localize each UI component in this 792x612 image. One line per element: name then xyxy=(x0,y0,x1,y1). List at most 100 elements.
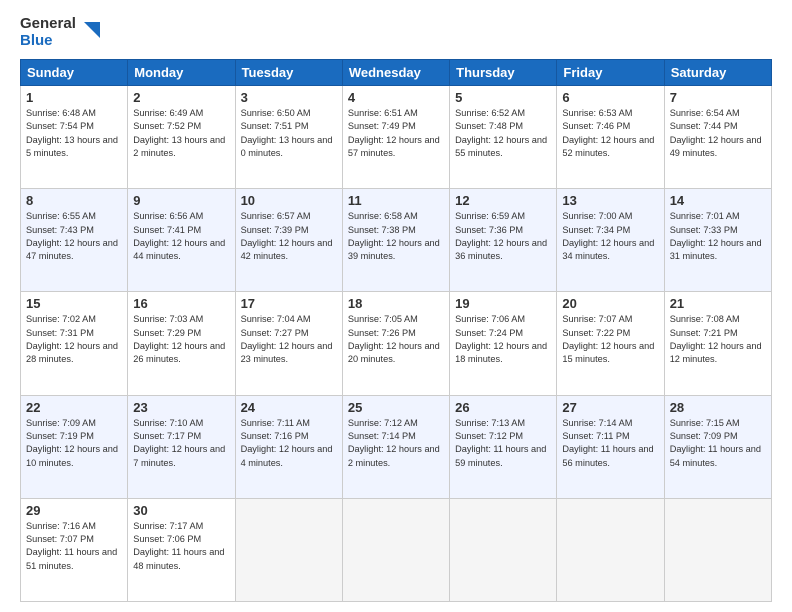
daylight-text: Daylight: 12 hours and 55 minutes. xyxy=(455,135,547,158)
sunrise-text: Sunrise: 6:54 AM xyxy=(670,108,740,118)
day-number: 25 xyxy=(348,400,444,415)
daylight-text: Daylight: 12 hours and 57 minutes. xyxy=(348,135,440,158)
sunrise-text: Sunrise: 7:01 AM xyxy=(670,211,740,221)
sunset-text: Sunset: 7:39 PM xyxy=(241,225,309,235)
sunrise-text: Sunrise: 6:58 AM xyxy=(348,211,418,221)
table-cell: 9 Sunrise: 6:56 AM Sunset: 7:41 PM Dayli… xyxy=(128,189,235,292)
daylight-text: Daylight: 12 hours and 28 minutes. xyxy=(26,341,118,364)
day-info: Sunrise: 6:49 AM Sunset: 7:52 PM Dayligh… xyxy=(133,107,229,160)
daylight-text: Daylight: 12 hours and 49 minutes. xyxy=(670,135,762,158)
sunset-text: Sunset: 7:09 PM xyxy=(670,431,738,441)
header-sunday: Sunday xyxy=(21,60,128,86)
sunrise-text: Sunrise: 6:52 AM xyxy=(455,108,525,118)
day-info: Sunrise: 6:50 AM Sunset: 7:51 PM Dayligh… xyxy=(241,107,337,160)
week-row-1: 1 Sunrise: 6:48 AM Sunset: 7:54 PM Dayli… xyxy=(21,86,772,189)
sunrise-text: Sunrise: 7:10 AM xyxy=(133,418,203,428)
day-info: Sunrise: 7:09 AM Sunset: 7:19 PM Dayligh… xyxy=(26,417,122,470)
page: General Blue Sunday Monday Tuesday Wedne… xyxy=(0,0,792,612)
table-cell: 21 Sunrise: 7:08 AM Sunset: 7:21 PM Dayl… xyxy=(664,292,771,395)
sunrise-text: Sunrise: 6:50 AM xyxy=(241,108,311,118)
daylight-text: Daylight: 12 hours and 12 minutes. xyxy=(670,341,762,364)
table-cell: 11 Sunrise: 6:58 AM Sunset: 7:38 PM Dayl… xyxy=(342,189,449,292)
header-saturday: Saturday xyxy=(664,60,771,86)
day-number: 8 xyxy=(26,193,122,208)
table-cell: 6 Sunrise: 6:53 AM Sunset: 7:46 PM Dayli… xyxy=(557,86,664,189)
calendar-table: Sunday Monday Tuesday Wednesday Thursday… xyxy=(20,59,772,602)
day-number: 4 xyxy=(348,90,444,105)
day-info: Sunrise: 7:14 AM Sunset: 7:11 PM Dayligh… xyxy=(562,417,658,470)
day-info: Sunrise: 6:51 AM Sunset: 7:49 PM Dayligh… xyxy=(348,107,444,160)
daylight-text: Daylight: 12 hours and 26 minutes. xyxy=(133,341,225,364)
day-number: 27 xyxy=(562,400,658,415)
sunrise-text: Sunrise: 6:59 AM xyxy=(455,211,525,221)
sunrise-text: Sunrise: 6:48 AM xyxy=(26,108,96,118)
day-info: Sunrise: 6:58 AM Sunset: 7:38 PM Dayligh… xyxy=(348,210,444,263)
day-number: 6 xyxy=(562,90,658,105)
table-cell: 20 Sunrise: 7:07 AM Sunset: 7:22 PM Dayl… xyxy=(557,292,664,395)
sunset-text: Sunset: 7:46 PM xyxy=(562,121,630,131)
table-cell: 19 Sunrise: 7:06 AM Sunset: 7:24 PM Dayl… xyxy=(450,292,557,395)
daylight-text: Daylight: 13 hours and 2 minutes. xyxy=(133,135,225,158)
sunset-text: Sunset: 7:07 PM xyxy=(26,534,94,544)
table-cell: 10 Sunrise: 6:57 AM Sunset: 7:39 PM Dayl… xyxy=(235,189,342,292)
table-cell: 23 Sunrise: 7:10 AM Sunset: 7:17 PM Dayl… xyxy=(128,395,235,498)
sunset-text: Sunset: 7:41 PM xyxy=(133,225,201,235)
daylight-text: Daylight: 11 hours and 51 minutes. xyxy=(26,547,117,570)
day-info: Sunrise: 6:54 AM Sunset: 7:44 PM Dayligh… xyxy=(670,107,766,160)
daylight-text: Daylight: 12 hours and 20 minutes. xyxy=(348,341,440,364)
header-friday: Friday xyxy=(557,60,664,86)
sunset-text: Sunset: 7:12 PM xyxy=(455,431,523,441)
day-number: 11 xyxy=(348,193,444,208)
sunset-text: Sunset: 7:06 PM xyxy=(133,534,201,544)
day-info: Sunrise: 6:59 AM Sunset: 7:36 PM Dayligh… xyxy=(455,210,551,263)
daylight-text: Daylight: 12 hours and 42 minutes. xyxy=(241,238,333,261)
sunrise-text: Sunrise: 6:53 AM xyxy=(562,108,632,118)
sunset-text: Sunset: 7:49 PM xyxy=(348,121,416,131)
day-info: Sunrise: 7:07 AM Sunset: 7:22 PM Dayligh… xyxy=(562,313,658,366)
sunset-text: Sunset: 7:21 PM xyxy=(670,328,738,338)
day-number: 26 xyxy=(455,400,551,415)
table-cell: 25 Sunrise: 7:12 AM Sunset: 7:14 PM Dayl… xyxy=(342,395,449,498)
week-row-4: 22 Sunrise: 7:09 AM Sunset: 7:19 PM Dayl… xyxy=(21,395,772,498)
day-number: 7 xyxy=(670,90,766,105)
sunrise-text: Sunrise: 7:07 AM xyxy=(562,314,632,324)
day-info: Sunrise: 7:15 AM Sunset: 7:09 PM Dayligh… xyxy=(670,417,766,470)
day-info: Sunrise: 6:55 AM Sunset: 7:43 PM Dayligh… xyxy=(26,210,122,263)
day-number: 12 xyxy=(455,193,551,208)
daylight-text: Daylight: 12 hours and 31 minutes. xyxy=(670,238,762,261)
table-cell: 5 Sunrise: 6:52 AM Sunset: 7:48 PM Dayli… xyxy=(450,86,557,189)
day-number: 2 xyxy=(133,90,229,105)
daylight-text: Daylight: 11 hours and 48 minutes. xyxy=(133,547,224,570)
sunset-text: Sunset: 7:11 PM xyxy=(562,431,629,441)
table-cell: 28 Sunrise: 7:15 AM Sunset: 7:09 PM Dayl… xyxy=(664,395,771,498)
table-cell: 1 Sunrise: 6:48 AM Sunset: 7:54 PM Dayli… xyxy=(21,86,128,189)
table-cell: 4 Sunrise: 6:51 AM Sunset: 7:49 PM Dayli… xyxy=(342,86,449,189)
day-info: Sunrise: 7:17 AM Sunset: 7:06 PM Dayligh… xyxy=(133,520,229,573)
sunrise-text: Sunrise: 7:14 AM xyxy=(562,418,632,428)
daylight-text: Daylight: 12 hours and 44 minutes. xyxy=(133,238,225,261)
sunrise-text: Sunrise: 6:55 AM xyxy=(26,211,96,221)
daylight-text: Daylight: 11 hours and 54 minutes. xyxy=(670,444,761,467)
daylight-text: Daylight: 13 hours and 5 minutes. xyxy=(26,135,118,158)
daylight-text: Daylight: 13 hours and 0 minutes. xyxy=(241,135,333,158)
day-number: 17 xyxy=(241,296,337,311)
sunrise-text: Sunrise: 6:49 AM xyxy=(133,108,203,118)
daylight-text: Daylight: 12 hours and 15 minutes. xyxy=(562,341,654,364)
day-number: 16 xyxy=(133,296,229,311)
sunrise-text: Sunrise: 7:06 AM xyxy=(455,314,525,324)
sunset-text: Sunset: 7:17 PM xyxy=(133,431,201,441)
weekday-header-row: Sunday Monday Tuesday Wednesday Thursday… xyxy=(21,60,772,86)
day-info: Sunrise: 6:53 AM Sunset: 7:46 PM Dayligh… xyxy=(562,107,658,160)
daylight-text: Daylight: 12 hours and 34 minutes. xyxy=(562,238,654,261)
day-info: Sunrise: 7:00 AM Sunset: 7:34 PM Dayligh… xyxy=(562,210,658,263)
day-info: Sunrise: 7:16 AM Sunset: 7:07 PM Dayligh… xyxy=(26,520,122,573)
daylight-text: Daylight: 11 hours and 59 minutes. xyxy=(455,444,546,467)
sunset-text: Sunset: 7:52 PM xyxy=(133,121,201,131)
day-number: 30 xyxy=(133,503,229,518)
day-number: 20 xyxy=(562,296,658,311)
header: General Blue xyxy=(20,16,772,49)
table-cell: 26 Sunrise: 7:13 AM Sunset: 7:12 PM Dayl… xyxy=(450,395,557,498)
day-number: 23 xyxy=(133,400,229,415)
daylight-text: Daylight: 12 hours and 52 minutes. xyxy=(562,135,654,158)
sunset-text: Sunset: 7:44 PM xyxy=(670,121,738,131)
